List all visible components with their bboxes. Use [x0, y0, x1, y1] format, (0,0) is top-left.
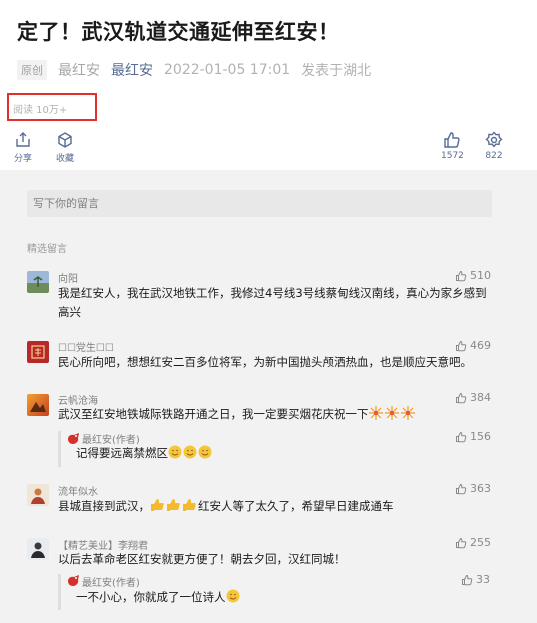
share-button[interactable]: 分享: [14, 131, 32, 164]
thumb-up-icon: [456, 270, 467, 281]
reply-text: 记得要远离禁燃区: [76, 446, 168, 460]
comment-like-button[interactable]: 255: [455, 536, 491, 549]
thumb-up-icon: [462, 574, 473, 585]
like-count: 1572: [441, 151, 464, 161]
favorite-icon: [58, 132, 72, 148]
fireworks-emoji-icon: [368, 406, 417, 421]
thumb-up-icon: [456, 392, 467, 403]
like-icon: [444, 132, 461, 148]
like-button[interactable]: 1572: [441, 131, 464, 161]
comment-like-count: 363: [470, 482, 491, 495]
comment-like-button[interactable]: 469: [455, 339, 491, 352]
wow-button[interactable]: 822: [485, 131, 503, 161]
thumb-up-icon: [456, 340, 467, 351]
wow-count: 822: [485, 151, 503, 161]
read-count: 阅读 10万+: [13, 105, 68, 116]
comment-text-row: 武汉至红安地铁城际铁路开通之日，我一定要买烟花庆祝一下: [58, 405, 498, 424]
thumb-up-icon: [456, 537, 467, 548]
comment-like-count: 384: [470, 391, 491, 404]
thumbs-up-emoji-icon: [150, 499, 198, 513]
favorite-label: 收藏: [56, 154, 75, 164]
avatar[interactable]: [27, 271, 49, 293]
comment-input[interactable]: 写下你的留言: [27, 190, 492, 217]
author-name: 最红安: [58, 63, 100, 79]
account-name-link[interactable]: 最红安: [111, 60, 153, 80]
reply-author: 最红安(作者): [82, 578, 140, 589]
reply-like-count: 33: [476, 573, 490, 586]
avatar[interactable]: [27, 484, 49, 506]
smile-emoji-icon: [226, 589, 241, 604]
comment-text-row: 县城直接到武汉， 红安人等了太久了，希望早日建成通车: [58, 497, 498, 516]
article-title: 定了！武汉轨道交通延伸至红安！: [17, 20, 340, 44]
thumb-up-icon: [456, 431, 467, 442]
reply-indicator: [58, 574, 61, 610]
comment-author: 流年似水: [58, 487, 98, 498]
share-icon: [16, 132, 30, 147]
author-avatar: [66, 573, 81, 588]
article-meta: 原创 最红安 最红安 2022-01-05 17:01 发表于湖北: [17, 60, 371, 80]
share-label: 分享: [14, 154, 33, 164]
comment-like-count: 255: [470, 536, 491, 549]
publish-date: 2022-01-05 17:01: [164, 62, 291, 78]
publish-location: 发表于湖北: [301, 63, 372, 79]
reply-indicator: [58, 431, 61, 467]
reply-like-button[interactable]: 33: [461, 573, 490, 586]
avatar[interactable]: [27, 394, 49, 416]
reply-text: 一不小心，你就成了一位诗人: [76, 590, 226, 604]
thumb-up-icon: [456, 483, 467, 494]
wow-icon: [485, 131, 503, 148]
comment-like-button[interactable]: 363: [455, 482, 491, 495]
comment-text: 以后去革命老区红安就更方便了！朝去夕回，汉红同城！: [58, 552, 346, 566]
featured-comments-label: 精选留言: [27, 244, 67, 255]
comment-text: 武汉至红安地铁城际铁路开通之日，我一定要买烟花庆祝一下: [58, 407, 369, 421]
comment-text: 我是红安人，我在武汉地铁工作，我修过4号线3号线蔡甸线汉南线，真心为家乡感到高兴: [58, 286, 487, 319]
comment-author: ☐☐党生☐☐: [58, 343, 114, 354]
comment-like-count: 510: [470, 269, 491, 282]
comment-text: 民心所向吧，想想红安二百多位将军，为新中国抛头颅洒热血，也是顺应天意吧。: [58, 355, 472, 369]
comment-text-part: 县城直接到武汉，: [58, 499, 150, 513]
comment-like-button[interactable]: 384: [455, 391, 491, 404]
reply-like-count: 156: [470, 430, 491, 443]
reply-text-row: 一不小心，你就成了一位诗人: [76, 588, 476, 607]
avatar[interactable]: [27, 538, 49, 560]
avatar[interactable]: [27, 341, 49, 363]
smile-emoji-icon: [168, 445, 213, 460]
reply-text-row: 记得要远离禁燃区: [76, 444, 476, 463]
comment-like-button[interactable]: 510: [455, 269, 491, 282]
original-badge: 原创: [17, 60, 47, 80]
reply-like-button[interactable]: 156: [455, 430, 491, 443]
favorite-button[interactable]: 收藏: [56, 131, 74, 164]
comment-like-count: 469: [470, 339, 491, 352]
comment-author: 向阳: [58, 274, 78, 285]
comment-text-part: 红安人等了太久了，希望早日建成通车: [198, 499, 394, 513]
